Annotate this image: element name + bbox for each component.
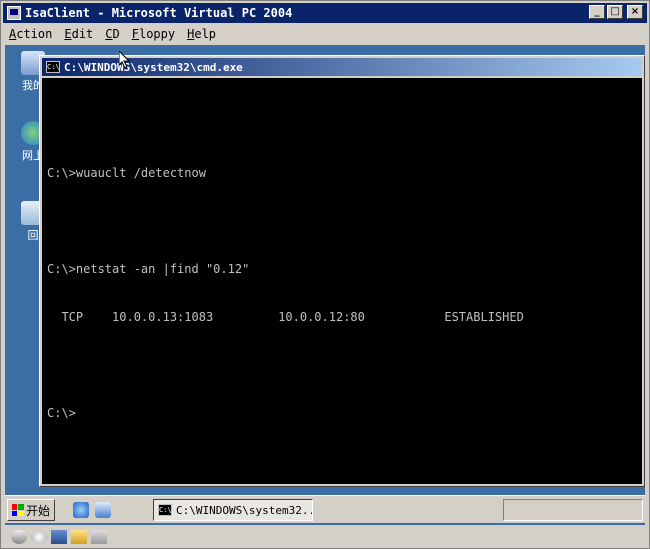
menu-floppy-mnemonic: F [131,27,139,41]
system-tray[interactable] [503,499,643,521]
vpc-app-icon[interactable] [7,6,21,20]
floppy-icon[interactable] [51,530,67,544]
hard-disk-icon[interactable] [11,530,27,544]
cd-icon[interactable] [31,530,47,544]
cmd-window[interactable]: C:\ C:\WINDOWS\system32\cmd.exe C:\>wuau… [39,55,645,487]
vpc-title: IsaClient - Microsoft Virtual PC 2004 [25,6,293,20]
taskbar-item-label: C:\WINDOWS\system32... [176,503,313,517]
menu-help-label: elp [194,27,217,41]
console-line: C:\>netstat -an |find "0.12" [47,262,250,276]
windows-logo-icon [11,504,24,516]
menu-floppy-label: loppy [138,27,176,41]
menu-edit[interactable]: Edit [58,27,99,41]
cmd-titlebar[interactable]: C:\ C:\WINDOWS\system32\cmd.exe [42,58,642,76]
desktop-icon-label: 回 [27,229,39,242]
start-button[interactable]: 开始 [7,499,55,521]
taskbar: 开始 C:\ C:\WINDOWS\system32... [5,495,645,523]
maximize-button[interactable]: □ [607,5,623,19]
menu-edit-mnemonic: E [64,27,72,41]
menu-help[interactable]: Help [181,27,222,41]
menu-cd-label: D [112,27,120,41]
start-label: 开始 [25,503,50,518]
vpc-menubar: Action Edit CD Floppy Help [3,24,647,44]
menu-action[interactable]: Action [3,27,58,41]
minimize-button[interactable]: _ [589,5,605,19]
console-output[interactable]: C:\>wuauclt /detectnow C:\>netstat -an |… [42,78,642,484]
close-button[interactable]: × [627,5,643,19]
menu-edit-label: dit [71,27,94,41]
shared-folder-icon[interactable] [71,530,87,544]
vpc-titlebar[interactable]: IsaClient - Microsoft Virtual PC 2004 _ … [3,3,647,23]
vpc-window: IsaClient - Microsoft Virtual PC 2004 _ … [0,0,650,549]
console-line: TCP 10.0.0.13:1083 10.0.0.12:80 ESTABLIS… [47,310,524,324]
cmd-icon: C:\ [158,504,172,516]
console-line: C:\>wuauclt /detectnow [47,166,206,180]
menu-cd-mnemonic: C [105,27,113,41]
console-prompt[interactable]: C:\> [47,405,637,421]
menu-cd[interactable]: CD [99,27,125,41]
cmd-icon[interactable]: C:\ [46,61,60,73]
cmd-title: C:\WINDOWS\system32\cmd.exe [64,60,243,74]
taskbar-item-cmd[interactable]: C:\ C:\WINDOWS\system32... [153,499,313,521]
guest-desktop[interactable]: 我的 网上 回 C:\ C:\WINDOWS\system32\cmd.exe … [5,45,645,525]
menu-action-label: ction [16,27,53,41]
vpc-statusbar [3,527,647,547]
network-adapter-icon[interactable] [91,530,107,544]
outlook-express-icon[interactable] [95,502,111,518]
internet-explorer-icon[interactable] [73,502,89,518]
menu-floppy[interactable]: Floppy [126,27,181,41]
